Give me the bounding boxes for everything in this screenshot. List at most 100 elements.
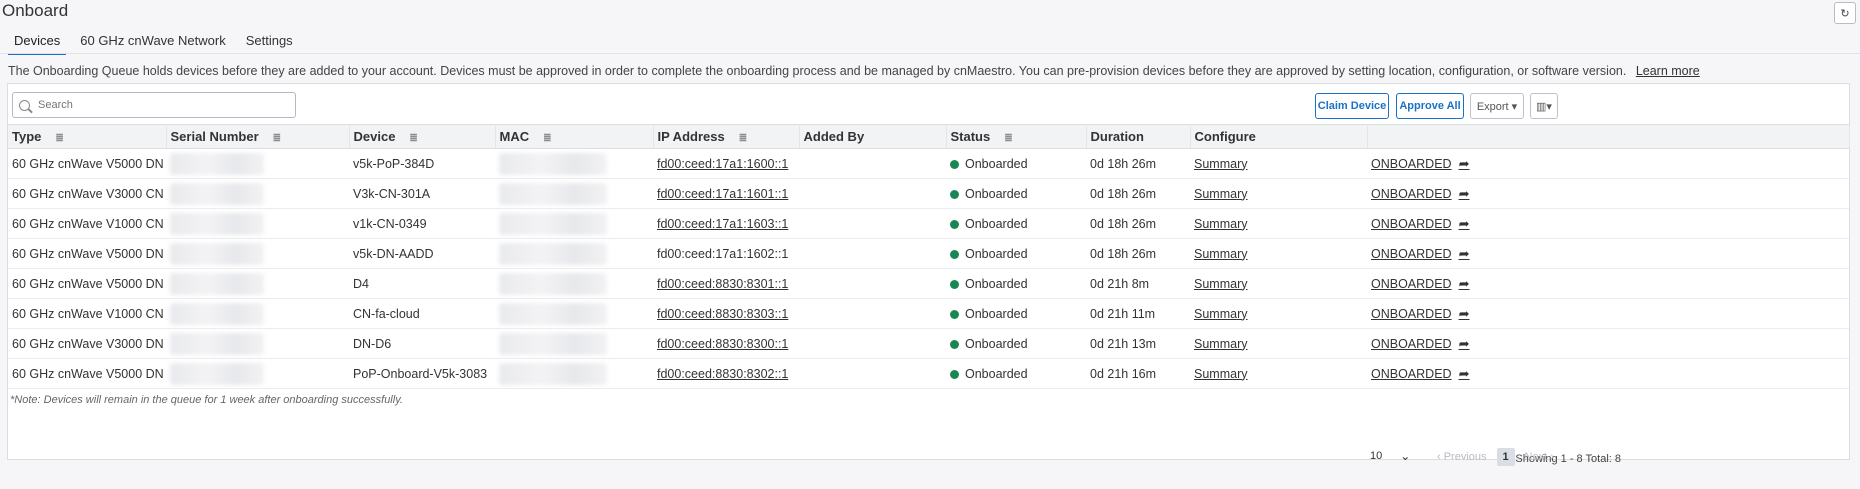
refresh-button[interactable]: ↻ [1834, 2, 1856, 24]
status-text: Onboarded [965, 216, 1028, 231]
tab-settings[interactable]: Settings [240, 30, 299, 55]
approve-all-button[interactable]: Approve All [1396, 93, 1464, 119]
cell-type: 60 GHz cnWave V5000 DN [8, 148, 166, 179]
cell-ip-address[interactable]: fd00:ceed:17a1:1600::1 [653, 148, 799, 179]
table-row[interactable]: 60 GHz cnWave V1000 CN CN-fa-cloud fd00:ce… [8, 298, 1849, 329]
cell-ip-address[interactable]: fd00:ceed:8830:8300::1 [653, 328, 799, 359]
col-serial-number[interactable]: Serial Number ≣ [166, 124, 350, 149]
cell-action[interactable]: ONBOARDED ➦ [1367, 268, 1849, 299]
cell-action[interactable]: ONBOARDED ➦ [1367, 358, 1849, 389]
cell-configure[interactable]: Summary [1190, 268, 1367, 299]
share-arrow-icon[interactable]: ➦ [1459, 366, 1470, 381]
col-device[interactable]: Device ≣ [349, 124, 496, 149]
summary-link[interactable]: Summary [1194, 247, 1247, 261]
onboarded-link[interactable]: ONBOARDED [1371, 367, 1452, 381]
cell-configure[interactable]: Summary [1190, 178, 1367, 209]
col-configure[interactable]: Configure [1190, 124, 1368, 149]
table-row[interactable]: 60 GHz cnWave V5000 DN v5k-PoP-384D fd00:c… [8, 148, 1849, 179]
next-page-button[interactable]: Next › [1525, 451, 1554, 463]
table-row[interactable]: 60 GHz cnWave V3000 CN V3k-CN-301A fd00:ce… [8, 178, 1849, 209]
share-arrow-icon[interactable]: ➦ [1459, 156, 1470, 171]
cell-action[interactable]: ONBOARDED ➦ [1367, 328, 1849, 359]
cell-configure[interactable]: Summary [1190, 238, 1367, 269]
cell-ip-address[interactable]: fd00:ceed:8830:8303::1 [653, 298, 799, 329]
status-text: Onboarded [965, 366, 1028, 381]
col-added-by[interactable]: Added By [799, 124, 947, 149]
cell-action[interactable]: ONBOARDED ➦ [1367, 298, 1849, 329]
col-status[interactable]: Status ≣ [946, 124, 1087, 149]
tab-bar: Devices 60 GHz cnWave Network Settings [8, 30, 307, 55]
onboarded-link[interactable]: ONBOARDED [1371, 307, 1452, 321]
onboarded-link[interactable]: ONBOARDED [1371, 337, 1452, 351]
share-arrow-icon[interactable]: ➦ [1459, 276, 1470, 291]
summary-link[interactable]: Summary [1194, 367, 1247, 381]
filter-icon[interactable]: ≣ [739, 133, 747, 144]
col-type[interactable]: Type ≣ [8, 124, 167, 149]
cell-added-by [799, 178, 946, 209]
cell-action[interactable]: ONBOARDED ➦ [1367, 208, 1849, 239]
share-arrow-icon[interactable]: ➦ [1459, 336, 1470, 351]
cell-configure[interactable]: Summary [1190, 148, 1367, 179]
share-arrow-icon[interactable]: ➦ [1459, 216, 1470, 231]
onboarded-link[interactable]: ONBOARDED [1371, 217, 1452, 231]
cell-action[interactable]: ONBOARDED ➦ [1367, 178, 1849, 209]
page-number-button[interactable]: 1 [1496, 448, 1515, 466]
cell-ip-address[interactable]: fd00:ceed:17a1:1603::1 [653, 208, 799, 239]
onboarded-link[interactable]: ONBOARDED [1371, 187, 1452, 201]
claim-device-button[interactable]: Claim Device [1315, 93, 1389, 119]
onboarded-link[interactable]: ONBOARDED [1371, 277, 1452, 291]
page-size-value: 10 [1370, 450, 1383, 462]
tab-60ghz-network[interactable]: 60 GHz cnWave Network [74, 30, 231, 55]
share-arrow-icon[interactable]: ➦ [1459, 186, 1470, 201]
col-mac[interactable]: MAC ≣ [495, 124, 654, 149]
table-row[interactable]: 60 GHz cnWave V5000 DN v5k-DN-AADD fd00:ce… [8, 238, 1849, 269]
summary-link[interactable]: Summary [1194, 277, 1247, 291]
cell-ip-address[interactable]: fd00:ceed:8830:8301::1 [653, 268, 799, 299]
tab-devices[interactable]: Devices [8, 30, 67, 55]
share-arrow-icon[interactable]: ➦ [1459, 306, 1470, 321]
table-row[interactable]: 60 GHz cnWave V1000 CN v1k-CN-0349 fd00:ce… [8, 208, 1849, 239]
filter-icon[interactable]: ≣ [273, 133, 281, 144]
cell-ip-address[interactable]: fd00:ceed:17a1:1601::1 [653, 178, 799, 209]
redacted-mac [499, 332, 607, 355]
columns-button[interactable]: ▥▾ [1530, 93, 1558, 119]
page-size-select[interactable]: 10 ⌄ [1370, 449, 1410, 463]
cell-mac [495, 268, 653, 299]
table-row[interactable]: 60 GHz cnWave V3000 DN DN-D6 fd00:ceed:883… [8, 328, 1849, 359]
status-dot [950, 339, 959, 349]
cell-configure[interactable]: Summary [1190, 298, 1367, 329]
table-row[interactable]: 60 GHz cnWave V5000 DN PoP-Onboard-V5k-30… [8, 358, 1849, 389]
export-button[interactable]: Export ▾ [1470, 93, 1524, 119]
prev-page-button[interactable]: ‹ Previous [1437, 451, 1487, 463]
filter-icon[interactable]: ≣ [1004, 133, 1012, 144]
cell-configure[interactable]: Summary [1190, 208, 1367, 239]
filter-icon[interactable]: ≣ [543, 133, 551, 144]
learn-more-link[interactable]: Learn more [1636, 64, 1700, 78]
search-box[interactable] [12, 92, 296, 118]
summary-link[interactable]: Summary [1194, 157, 1247, 171]
summary-link[interactable]: Summary [1194, 337, 1247, 351]
search-input[interactable] [36, 98, 276, 112]
cell-ip-address[interactable]: fd00:ceed:8830:8302::1 [653, 358, 799, 389]
cell-type: 60 GHz cnWave V5000 DN [8, 238, 166, 269]
cell-duration: 0d 18h 26m [1086, 148, 1190, 179]
filter-icon[interactable]: ≣ [409, 133, 417, 144]
cell-mac [495, 178, 653, 209]
summary-link[interactable]: Summary [1194, 217, 1247, 231]
share-arrow-icon[interactable]: ➦ [1459, 246, 1470, 261]
cell-action[interactable]: ONBOARDED ➦ [1367, 238, 1849, 269]
table-row[interactable]: 60 GHz cnWave V5000 DN D4 fd00:ceed:8830:8… [8, 268, 1849, 299]
redacted-mac [499, 272, 607, 295]
redacted-mac [499, 212, 607, 235]
cell-added-by [799, 298, 946, 329]
cell-configure[interactable]: Summary [1190, 328, 1367, 359]
filter-icon[interactable]: ≣ [55, 133, 63, 144]
summary-link[interactable]: Summary [1194, 307, 1247, 321]
onboarded-link[interactable]: ONBOARDED [1371, 247, 1452, 261]
onboarded-link[interactable]: ONBOARDED [1371, 157, 1452, 171]
col-duration[interactable]: Duration [1086, 124, 1191, 149]
col-ip-address[interactable]: IP Address ≣ [653, 124, 800, 149]
cell-action[interactable]: ONBOARDED ➦ [1367, 148, 1849, 179]
cell-configure[interactable]: Summary [1190, 358, 1367, 389]
summary-link[interactable]: Summary [1194, 187, 1247, 201]
